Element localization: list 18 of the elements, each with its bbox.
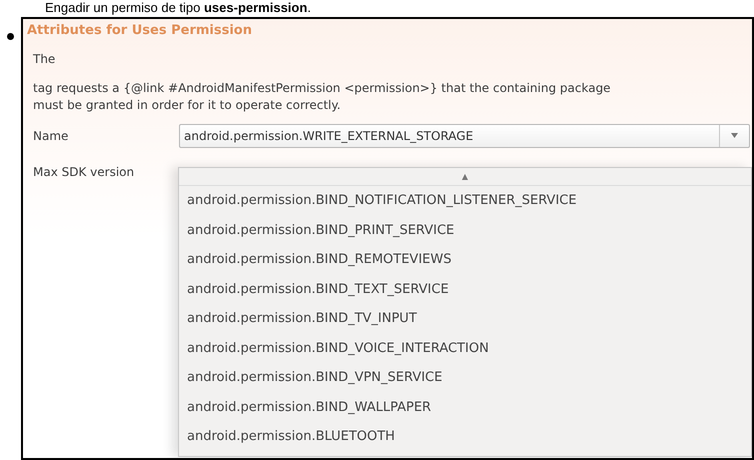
field-label: Max SDK version bbox=[33, 164, 136, 180]
dropdown-option[interactable]: android.permission.BIND_VOICE_INTERACTION bbox=[179, 334, 751, 363]
section-title: Attributes for Uses Permission bbox=[26, 22, 253, 40]
dropdown-option[interactable]: android.permission.BIND_WALLPAPER bbox=[179, 392, 751, 422]
name-combobox[interactable]: android.permission.WRITE_EXTERNAL_STORAGE bbox=[179, 124, 750, 148]
dropdown-option[interactable]: android.permission.BIND_PRINT_SERVICE bbox=[179, 216, 751, 245]
dropdown-option[interactable]: android.permission.BIND_TV_INPUT bbox=[179, 304, 751, 334]
intro-text: Engadir un permiso de tipo uses-permission. bbox=[44, 0, 312, 16]
dropdown-option[interactable]: android.permission.BLUETOOTH bbox=[179, 422, 751, 452]
bullet-icon bbox=[7, 33, 14, 40]
dropdown-arrow-icon bbox=[731, 133, 738, 138]
dropdown-option[interactable]: android.permission.BIND_REMOTEVIEWS bbox=[179, 245, 751, 274]
field-label: Name bbox=[33, 128, 70, 144]
description-text: tag requests a {@link #AndroidManifestPermission <permission>} that the containing package must be granted in order for it to operate correctly. bbox=[33, 80, 612, 114]
dropdown-option[interactable]: android.permission.BIND_VPN_SERVICE bbox=[179, 363, 751, 392]
dropdown-option[interactable]: android.permission.BIND_TEXT_SERVICE bbox=[179, 274, 751, 304]
description-text: The bbox=[33, 50, 56, 68]
dropdown-option[interactable]: android.permission.BIND_NOTIFICATION_LISTENER_SERVICE bbox=[179, 186, 751, 216]
